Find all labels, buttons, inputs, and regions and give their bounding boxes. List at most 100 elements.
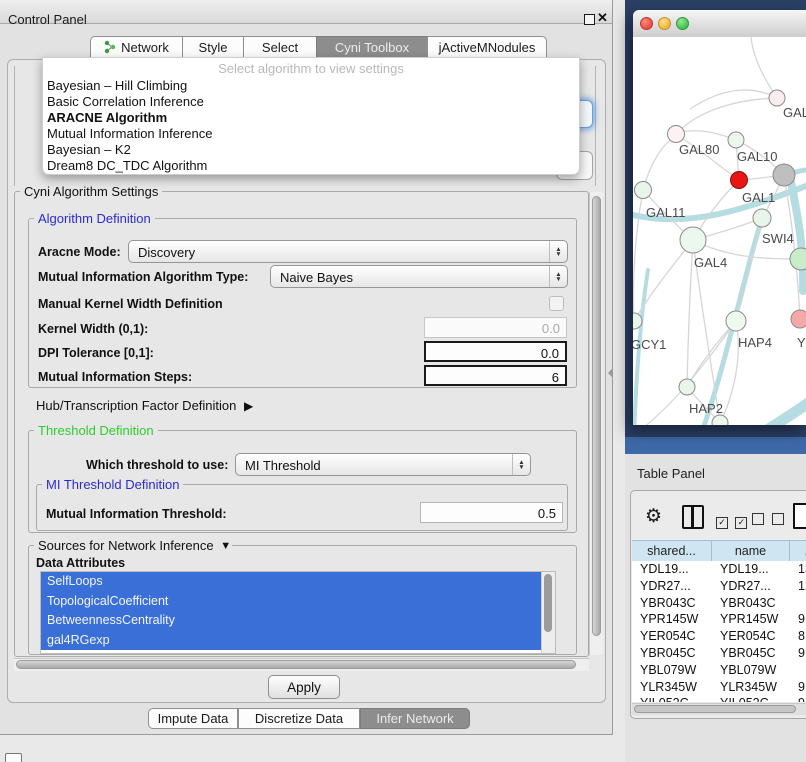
table-row[interactable]: YBL079WYBL079W bbox=[632, 662, 806, 679]
algorithm-dropdown-popup: Select algorithm to view settingsBayesia… bbox=[42, 57, 580, 175]
table-row[interactable]: YDL19...YDL19...13 bbox=[632, 561, 806, 578]
control-panel-titlebar bbox=[0, 0, 612, 24]
table-row[interactable]: YPR145WYPR145W9. bbox=[632, 611, 806, 628]
field-mutual-information-threshold-[interactable]: 0.5 bbox=[420, 502, 563, 523]
data-attributes-list[interactable]: SelfLoopsTopologicalCoefficientBetweenne… bbox=[40, 571, 556, 654]
tab-cyni-toolbox[interactable]: Cyni Toolbox bbox=[316, 36, 428, 58]
column-header-shared-[interactable]: shared... bbox=[632, 540, 712, 561]
table-row[interactable]: YER054CYER054C8. bbox=[632, 628, 806, 645]
close-traffic-icon[interactable] bbox=[640, 17, 653, 30]
network-node-hap2[interactable] bbox=[679, 379, 695, 395]
network-node-gal[interactable] bbox=[769, 90, 785, 106]
algorithm-option-mutual-information-inference[interactable]: Mutual Information Inference bbox=[47, 126, 212, 141]
gear-icon[interactable]: ⚙ bbox=[645, 505, 662, 528]
attribute-item-gal4rgexp[interactable]: gal4RGexp bbox=[41, 631, 555, 651]
sources-legend: Sources for Network Inference ▼ bbox=[34, 538, 232, 553]
algorithm-option-basic-correlation-inference[interactable]: Basic Correlation Inference bbox=[47, 94, 204, 109]
table-cell: YDR27... bbox=[640, 579, 710, 593]
table-hscrollbar[interactable] bbox=[632, 703, 806, 715]
table-row[interactable]: YDR27...YDR27...12 bbox=[632, 578, 806, 595]
checked-pair-icon[interactable]: ✓ ✓ bbox=[716, 512, 747, 530]
settings-hscrollbar[interactable] bbox=[14, 658, 589, 671]
combo-value: Naive Bayes bbox=[280, 270, 353, 285]
attributes-scrollbar[interactable] bbox=[541, 572, 555, 653]
network-node-gal80[interactable] bbox=[668, 126, 685, 143]
settings-hscrollbar-thumb[interactable] bbox=[16, 660, 576, 669]
minimized-panel-icon[interactable] bbox=[5, 753, 22, 762]
columns-icon[interactable] bbox=[682, 505, 704, 529]
settings-vscrollbar-thumb[interactable] bbox=[592, 196, 601, 636]
table-row[interactable]: YBR045CYBR045C9. bbox=[632, 645, 806, 662]
checkbox-manual-kernel-width-definition[interactable] bbox=[549, 296, 564, 311]
minimize-traffic-icon[interactable] bbox=[658, 17, 671, 30]
bottom-tab-infer-network[interactable]: Infer Network bbox=[360, 708, 470, 729]
network-edge-teal bbox=[756, 399, 806, 425]
attribute-item-selfloops[interactable]: SelfLoops bbox=[41, 572, 555, 592]
algorithm-option-bayesian-k2[interactable]: Bayesian – K2 bbox=[47, 142, 131, 157]
algorithm-option-bayesian-hill-climbing[interactable]: Bayesian – Hill Climbing bbox=[47, 78, 187, 93]
columns-icon-divider bbox=[691, 507, 694, 527]
table-cell: YBL079W bbox=[640, 663, 710, 677]
network-node-gal1[interactable] bbox=[731, 172, 748, 189]
field-kernel-width-0-1-[interactable]: 0.0 bbox=[424, 317, 567, 338]
column-header-name[interactable]: name bbox=[712, 540, 790, 561]
network-window-titlebar[interactable] bbox=[633, 10, 806, 38]
network-edge bbox=[633, 190, 643, 321]
network-node-hap4[interactable] bbox=[726, 311, 746, 331]
groupbox-fragment-right bbox=[595, 66, 596, 186]
tab-label: Style bbox=[199, 40, 228, 55]
node-label-gal10: GAL10 bbox=[737, 149, 777, 164]
cyni-algorithm-settings-legend: Cyni Algorithm Settings bbox=[20, 184, 162, 199]
network-canvas[interactable]: GALGAL80GAL10GAL1GAL11SWI4GAL4GCY1HAP4YH… bbox=[633, 37, 806, 425]
network-node[interactable] bbox=[773, 164, 795, 186]
attribute-item-betweennesscentrality[interactable]: BetweennessCentrality bbox=[41, 611, 555, 631]
apply-button[interactable]: Apply bbox=[268, 675, 340, 699]
setting-label-manual-kernel-width-definition: Manual Kernel Width Definition bbox=[38, 297, 223, 311]
attribute-item-topologicalcoefficient[interactable]: TopologicalCoefficient bbox=[41, 592, 555, 612]
table-cell: 9. bbox=[798, 612, 806, 626]
network-node-gal4[interactable] bbox=[680, 227, 706, 253]
algorithm-option-dream8-dc-tdc-algorithm[interactable]: Dream8 DC_TDC Algorithm bbox=[47, 158, 207, 173]
table-row[interactable]: YLR345WYLR345W9. bbox=[632, 679, 806, 696]
float-window-icon[interactable] bbox=[584, 14, 595, 25]
combo-mutual-information-algorithm-type-[interactable]: Naive Bayes▲▼ bbox=[270, 265, 568, 288]
network-node-gal10[interactable] bbox=[728, 132, 744, 148]
algorithm-option-aracne-algorithm[interactable]: ARACNE Algorithm bbox=[47, 110, 167, 125]
field-dpi-tolerance-0-1-[interactable]: 0.0 bbox=[424, 341, 567, 362]
setting-label-mutual-information-algorithm-type-: Mutual Information Algorithm Type: bbox=[38, 270, 248, 284]
network-node-swi4[interactable] bbox=[753, 209, 771, 227]
table-panel-title: Table Panel bbox=[637, 466, 705, 481]
combo-which-threshold-to-use-[interactable]: MI Threshold▲▼ bbox=[235, 453, 531, 476]
column-header-a[interactable]: A bbox=[790, 540, 806, 561]
table-hscrollbar-thumb[interactable] bbox=[634, 705, 796, 713]
tab-select[interactable]: Select bbox=[243, 36, 317, 58]
page-icon[interactable] bbox=[793, 503, 806, 529]
node-label-hap4: HAP4 bbox=[738, 335, 772, 350]
combo-aracne-mode-[interactable]: Discovery▲▼ bbox=[128, 240, 568, 263]
settings-vscrollbar[interactable] bbox=[589, 192, 603, 655]
table-cell: YBR043C bbox=[720, 596, 788, 610]
table-cell: YBR045C bbox=[720, 646, 788, 660]
table-row[interactable]: YBR043C YBR043C bbox=[632, 595, 806, 612]
attributes-scrollbar-thumb[interactable] bbox=[544, 574, 552, 632]
network-node-gal11[interactable] bbox=[635, 182, 652, 199]
close-icon[interactable]: ✕ bbox=[597, 10, 608, 26]
table-cell: YBR043C bbox=[640, 596, 710, 610]
tab-network[interactable]: Network bbox=[90, 36, 183, 58]
bottom-tab-impute-data[interactable]: Impute Data bbox=[148, 708, 238, 729]
tab-jactivemnodules[interactable]: jActiveMNodules bbox=[427, 36, 547, 58]
expand-right-icon[interactable]: ▶ bbox=[244, 399, 253, 413]
splitter-collapse-icon[interactable] bbox=[608, 368, 613, 378]
unchecked-pair-icon[interactable] bbox=[752, 512, 784, 530]
collapse-down-icon[interactable]: ▼ bbox=[220, 540, 231, 552]
network-node-y[interactable] bbox=[791, 310, 806, 328]
field-mutual-information-steps-[interactable]: 6 bbox=[424, 365, 567, 386]
table-row[interactable]: YIL052CYIL052C9 bbox=[632, 695, 806, 702]
network-node[interactable] bbox=[790, 248, 806, 270]
zoom-traffic-icon[interactable] bbox=[676, 17, 689, 30]
tab-style[interactable]: Style bbox=[182, 36, 244, 58]
hub-definition-label[interactable]: Hub/Transcription Factor Definition ▶ bbox=[36, 398, 249, 413]
bottom-tab-discretize-data[interactable]: Discretize Data bbox=[238, 708, 360, 729]
node-label-gal1: GAL1 bbox=[742, 190, 775, 205]
tab-label: Network bbox=[121, 40, 169, 55]
